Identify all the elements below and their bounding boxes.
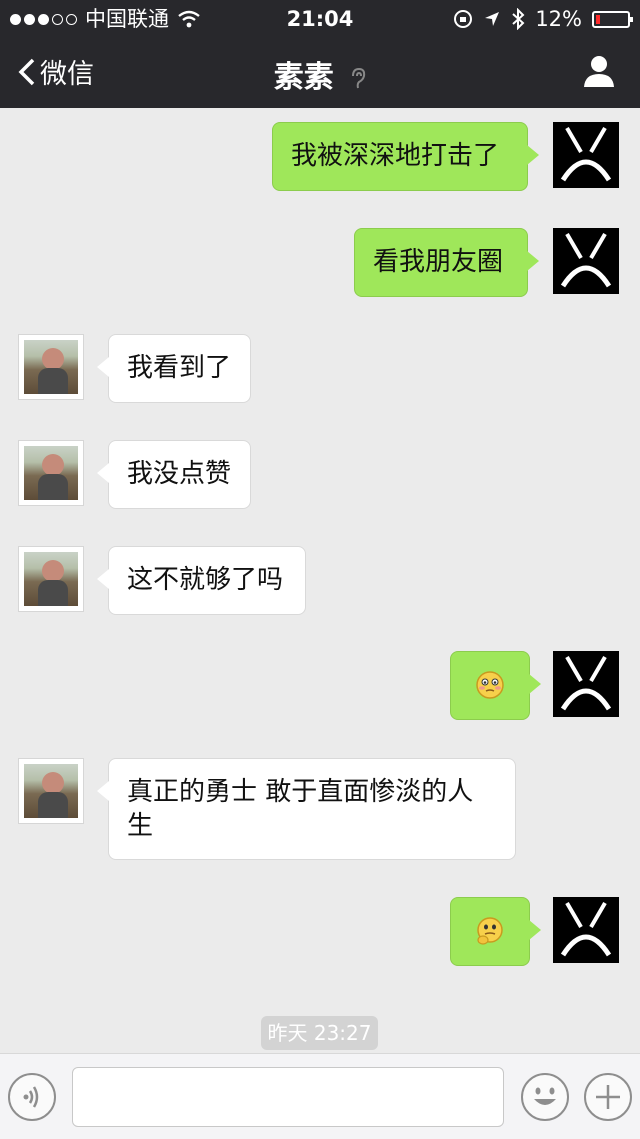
logo-avatar-icon <box>560 655 612 711</box>
message-text: 我看到了 <box>127 353 232 383</box>
location-icon <box>485 12 500 26</box>
status-bar: 中国联通 21:04 12% <box>0 0 640 38</box>
message-bubble[interactable] <box>450 651 541 720</box>
contact-info-button[interactable] <box>582 54 616 88</box>
status-right: 12% <box>453 0 633 38</box>
input-bar <box>0 1053 640 1139</box>
message-text: 这不就够了吗 <box>127 565 284 595</box>
more-button[interactable] <box>584 1073 632 1121</box>
message-text: 真正的勇士 敢于直面惨淡的人生 <box>127 777 474 841</box>
message-text: 看我朋友圈 <box>373 247 504 277</box>
message-input[interactable] <box>72 1067 504 1127</box>
logo-avatar-icon <box>560 901 612 957</box>
chat-title: 素素 <box>0 52 640 96</box>
rotation-lock-icon <box>454 10 473 28</box>
voice-button[interactable] <box>8 1073 56 1121</box>
contact-name: 素素 <box>273 60 334 95</box>
ear-icon <box>352 67 366 88</box>
message-text: 我被深深地打击了 <box>291 141 500 171</box>
voice-icon <box>23 1086 39 1108</box>
logo-avatar-icon <box>560 126 612 182</box>
battery-icon <box>592 10 633 28</box>
message-bubble[interactable]: 我被深深地打击了 <box>272 122 539 191</box>
message-bubble[interactable]: 看我朋友圈 <box>354 228 539 297</box>
contact-photo <box>24 446 78 500</box>
my-avatar[interactable] <box>553 122 619 188</box>
my-avatar[interactable] <box>553 228 619 294</box>
nav-bar: 微信 素素 <box>0 38 640 108</box>
shy-face-icon <box>476 671 504 699</box>
contact-photo <box>24 552 78 606</box>
message-text: 我没点赞 <box>127 459 232 489</box>
my-avatar[interactable] <box>553 651 619 717</box>
message-bubble[interactable]: 这不就够了吗 <box>97 546 306 615</box>
message-bubble[interactable] <box>450 897 541 966</box>
emoji-button[interactable] <box>521 1073 569 1121</box>
contact-avatar[interactable] <box>18 440 84 506</box>
person-icon <box>584 56 614 87</box>
plus-icon <box>596 1085 620 1109</box>
smiley-icon <box>534 1087 556 1105</box>
contact-avatar[interactable] <box>18 758 84 824</box>
message-bubble[interactable]: 真正的勇士 敢于直面惨淡的人生 <box>97 758 516 860</box>
contact-avatar[interactable] <box>18 334 84 400</box>
message-bubble[interactable]: 我没点赞 <box>97 440 251 509</box>
logo-avatar-icon <box>560 232 612 288</box>
bluetooth-icon <box>512 8 525 30</box>
battery-percent: 12% <box>535 7 582 31</box>
contact-photo <box>24 340 78 394</box>
contact-avatar[interactable] <box>18 546 84 612</box>
contact-photo <box>24 764 78 818</box>
message-bubble[interactable]: 我看到了 <box>97 334 251 403</box>
thinking-face-icon <box>477 917 503 945</box>
top-bar: 中国联通 21:04 12% 微信 素素 <box>0 0 640 108</box>
my-avatar[interactable] <box>553 897 619 963</box>
timestamp-label: 昨天 23:27 <box>261 1016 378 1050</box>
